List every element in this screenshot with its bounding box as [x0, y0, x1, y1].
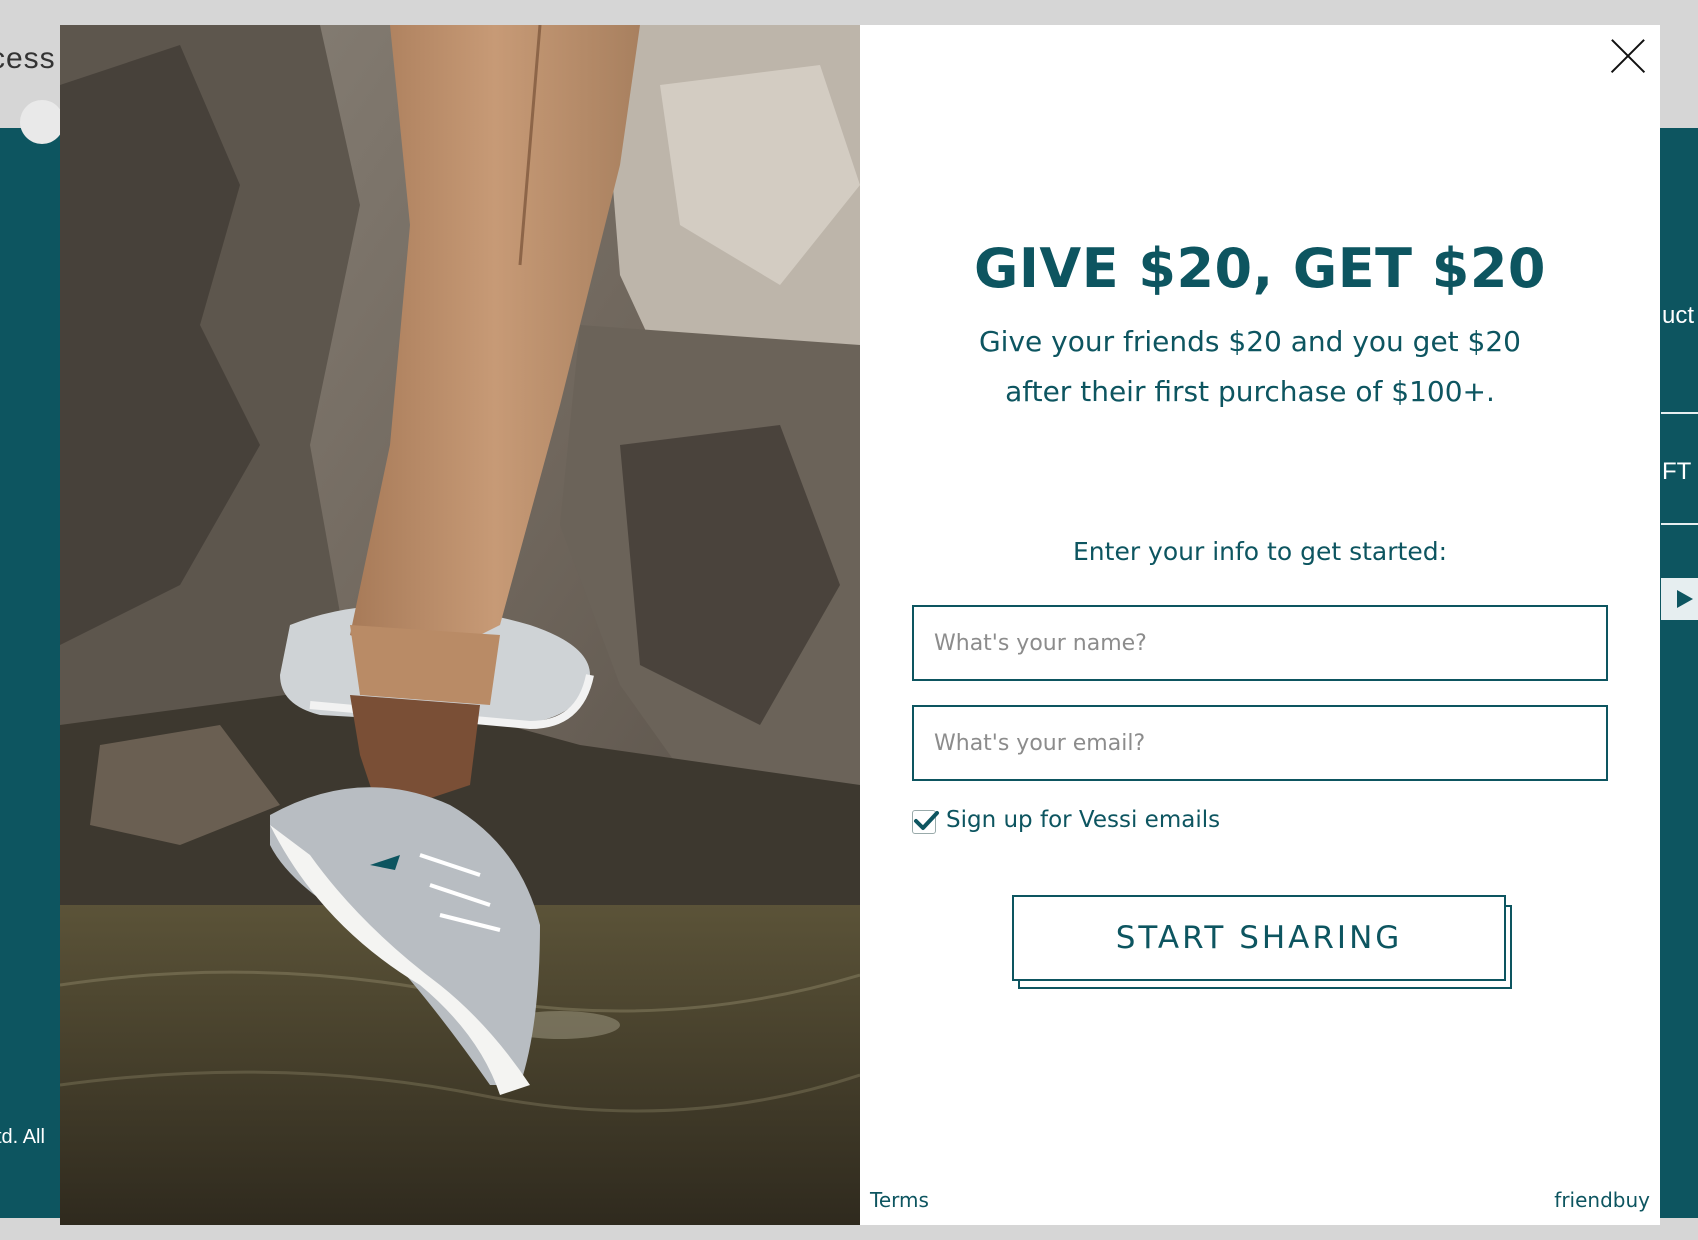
background-right-text: FT — [1662, 458, 1692, 485]
start-sharing-button[interactable]: START SHARING — [1012, 895, 1506, 981]
offer-headline: GIVE $20, GET $20 — [974, 237, 1546, 300]
cta-container: START SHARING — [1012, 895, 1512, 995]
terms-link[interactable]: Terms — [870, 1188, 929, 1212]
background-header-text: cess — [0, 42, 56, 75]
form-prompt: Enter your info to get started: — [1073, 537, 1447, 566]
background-right-text: uct — [1662, 302, 1695, 329]
optin-checkbox[interactable] — [912, 810, 939, 834]
referral-modal: GIVE $20, GET $20 Give your friends $20 … — [60, 25, 1660, 1225]
friendbuy-link[interactable]: friendbuy — [1554, 1188, 1650, 1212]
hero-photo — [60, 25, 860, 1225]
play-icon[interactable] — [1661, 578, 1698, 620]
shoe-on-rocks-image — [60, 25, 860, 1225]
background-logo — [20, 100, 64, 144]
referral-panel: GIVE $20, GET $20 Give your friends $20 … — [860, 25, 1660, 1225]
offer-description: Give your friends $20 and you get $20 af… — [978, 325, 1521, 408]
background-divider — [1661, 412, 1698, 414]
close-icon[interactable] — [1609, 37, 1647, 75]
background-footer-text: td. All — [0, 1126, 45, 1148]
email-optin[interactable]: Sign up for Vessi emails — [912, 803, 1220, 837]
background-divider — [1661, 523, 1698, 525]
email-field[interactable] — [912, 705, 1608, 781]
optin-label: Sign up for Vessi emails — [946, 807, 1221, 833]
checkmark-icon — [914, 811, 939, 830]
name-field[interactable] — [912, 605, 1608, 681]
